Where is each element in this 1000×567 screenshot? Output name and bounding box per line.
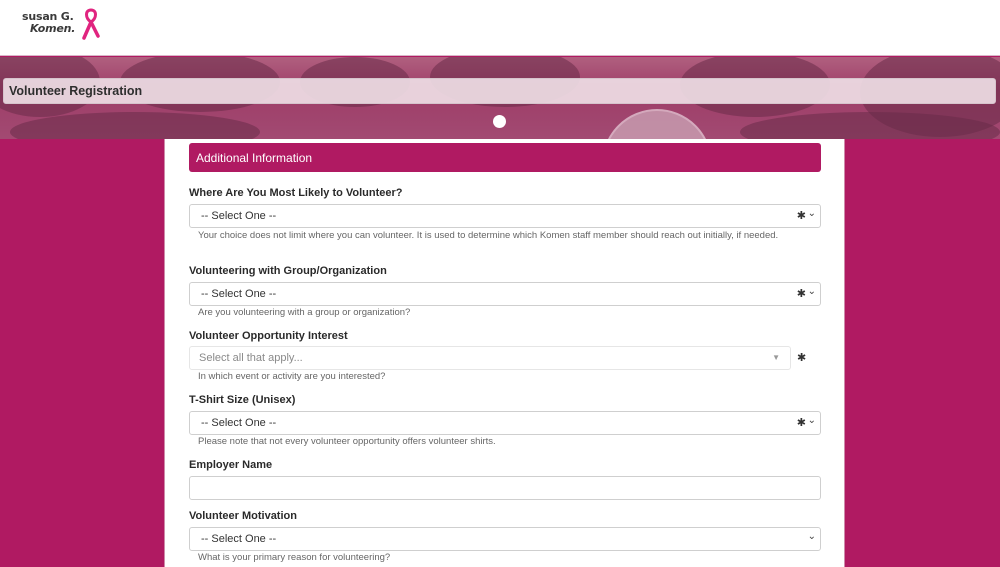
employer-label: Employer Name — [189, 459, 273, 471]
opportunity-help: In which event or activity are you inter… — [198, 371, 386, 382]
section-header: Additional Information — [189, 143, 821, 172]
komen-logo[interactable]: susan G. Komen. — [22, 8, 112, 42]
volunteer-location-help: Your choice does not limit where you can… — [198, 230, 779, 241]
page-title-bar: Volunteer Registration — [3, 78, 996, 104]
motivation-label: Volunteer Motivation — [189, 510, 297, 522]
tshirt-help: Please note that not every volunteer opp… — [198, 436, 496, 447]
site-header: susan G. Komen. — [0, 0, 1000, 56]
asterisk-icon: ✱ — [796, 288, 806, 300]
volunteer-location-select[interactable]: -- Select One -- ✱ ⌄ — [189, 204, 821, 228]
chevron-down-icon: ⌄ — [807, 415, 816, 426]
logo-line-2: Komen. — [30, 22, 76, 35]
chevron-down-icon: ⌄ — [807, 208, 816, 219]
chevron-down-icon: ⌄ — [807, 286, 816, 297]
employer-input[interactable] — [189, 476, 821, 500]
select-value: -- Select One -- — [201, 417, 277, 429]
section-title: Additional Information — [196, 151, 313, 165]
page-title: Volunteer Registration — [9, 84, 143, 98]
asterisk-icon: ✱ — [796, 210, 806, 222]
volunteer-location-label: Where Are You Most Likely to Volunteer? — [189, 187, 403, 199]
banner-photo-figure — [602, 109, 712, 139]
asterisk-icon: ✱ — [796, 417, 806, 429]
asterisk-icon: ✱ — [797, 352, 807, 364]
select-value: -- Select One -- — [201, 533, 277, 545]
group-select[interactable]: -- Select One -- ✱ ⌄ — [189, 282, 821, 306]
tshirt-label: T-Shirt Size (Unisex) — [189, 394, 296, 406]
carousel-dot[interactable] — [493, 115, 506, 128]
group-label: Volunteering with Group/Organization — [189, 265, 387, 277]
motivation-select[interactable]: -- Select One -- ⌄ — [189, 527, 821, 551]
opportunity-multiselect[interactable]: Select all that apply... ▼ — [189, 346, 791, 370]
hero-banner: Volunteer Registration — [0, 57, 1000, 139]
pink-ribbon-icon — [82, 8, 100, 40]
multiselect-placeholder: Select all that apply... — [199, 352, 303, 364]
tshirt-select[interactable]: -- Select One -- ✱ ⌄ — [189, 411, 821, 435]
select-value: -- Select One -- — [201, 210, 277, 222]
opportunity-label: Volunteer Opportunity Interest — [189, 330, 348, 342]
motivation-help: What is your primary reason for voluntee… — [198, 552, 391, 563]
chevron-down-icon: ⌄ — [807, 531, 816, 542]
group-help: Are you volunteering with a group or org… — [198, 307, 411, 318]
caret-down-icon: ▼ — [772, 353, 780, 362]
select-value: -- Select One -- — [201, 288, 277, 300]
